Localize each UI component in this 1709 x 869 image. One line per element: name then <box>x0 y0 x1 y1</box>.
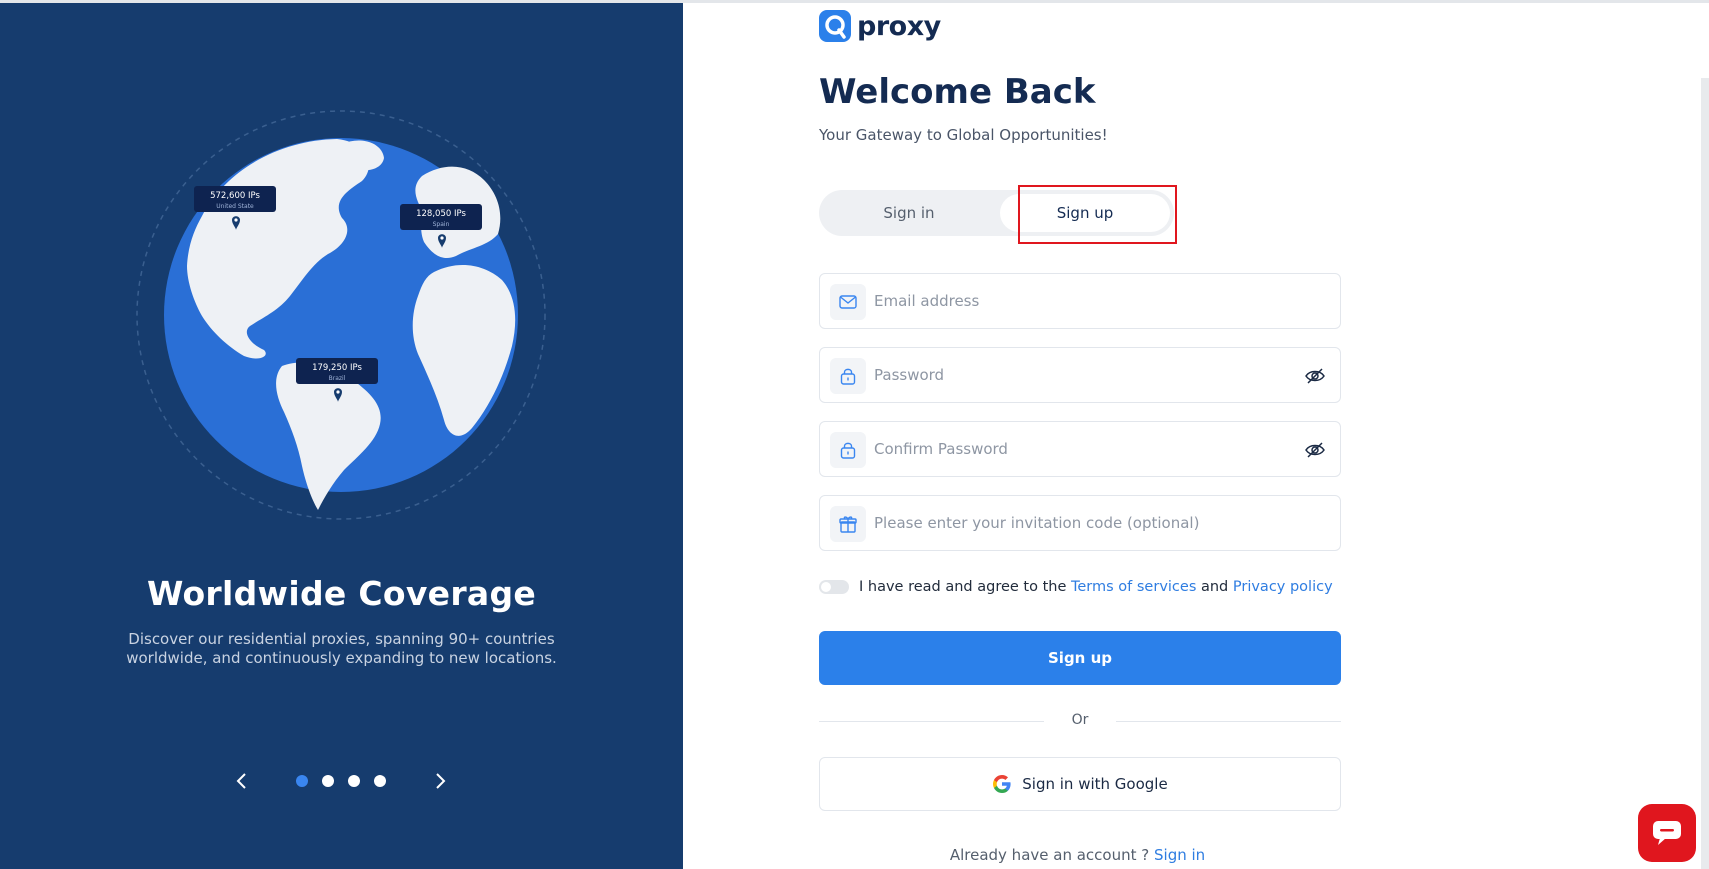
carousel-dot-4[interactable] <box>374 775 386 787</box>
carousel-dot-3[interactable] <box>348 775 360 787</box>
signup-page: 572,600 IPs United State 128,050 IPs Spa… <box>0 0 1709 869</box>
confirm-password-input[interactable] <box>874 422 1294 476</box>
tab-sign-in[interactable]: Sign in <box>819 190 999 236</box>
chevron-right-icon <box>436 773 446 789</box>
carousel-next-button[interactable] <box>430 771 450 793</box>
carousel-dots <box>296 775 386 787</box>
marker-ips: 179,250 IPs <box>312 363 362 373</box>
auth-tabs: Sign in Sign up <box>819 190 1174 236</box>
carousel-dot-1[interactable] <box>296 775 308 787</box>
terms-of-service-link[interactable]: Terms of services <box>1071 579 1196 595</box>
sign-up-button[interactable]: Sign up <box>819 631 1341 685</box>
confirm-password-field[interactable] <box>819 421 1341 477</box>
email-field[interactable] <box>819 273 1341 329</box>
marker-country: Brazil <box>329 375 346 382</box>
lock-icon <box>830 358 866 394</box>
email-input[interactable] <box>874 274 1294 328</box>
carousel-prev-button[interactable] <box>232 771 252 793</box>
hero-description: Discover our residential proxies, spanni… <box>126 630 557 667</box>
sign-in-link[interactable]: Sign in <box>1154 846 1205 864</box>
divider-right <box>1116 721 1341 722</box>
terms-prefix-text: I have read and agree to the <box>859 579 1067 595</box>
page-title: Welcome Back <box>819 72 1096 112</box>
marker-country: United State <box>216 203 254 210</box>
marker-country: Spain <box>433 221 450 228</box>
google-sign-in-button[interactable]: Sign in with Google <box>819 757 1341 811</box>
lock-icon <box>830 432 866 468</box>
terms-and-text: and <box>1200 579 1229 595</box>
scrollbar[interactable] <box>1701 78 1709 869</box>
divider-left <box>819 721 1044 722</box>
marker-ips: 128,050 IPs <box>416 209 466 219</box>
password-field[interactable] <box>819 347 1341 403</box>
privacy-policy-link[interactable]: Privacy policy <box>1233 579 1333 595</box>
eye-off-icon[interactable] <box>1304 365 1326 387</box>
already-have-account: Already have an account ? Sign in <box>0 846 1709 864</box>
carousel-dot-2[interactable] <box>322 775 334 787</box>
tab-sign-up[interactable]: Sign up <box>1000 194 1170 232</box>
map-pin-dot <box>440 236 444 240</box>
eye-off-icon[interactable] <box>1304 439 1326 461</box>
chat-button[interactable] <box>1638 804 1696 862</box>
proxy-logo-icon <box>819 10 851 42</box>
map-pin-dot <box>336 390 340 394</box>
hero-title: Worldwide Coverage <box>146 574 537 613</box>
brand-logo[interactable]: proxy <box>819 10 941 42</box>
or-separator: Or <box>1071 712 1089 728</box>
google-sign-in-label: Sign in with Google <box>1022 775 1168 793</box>
gift-icon <box>830 506 866 542</box>
map-pin-dot <box>234 218 238 222</box>
hero-panel: 572,600 IPs United State 128,050 IPs Spa… <box>0 3 683 869</box>
already-account-text: Already have an account ? <box>949 846 1150 864</box>
terms-agreement: I have read and agree to the Terms of se… <box>819 579 1333 595</box>
google-icon <box>993 775 1011 793</box>
password-input[interactable] <box>874 348 1294 402</box>
globe-illustration: 572,600 IPs United State 128,050 IPs Spa… <box>136 110 546 520</box>
marker-ips: 572,600 IPs <box>210 191 260 201</box>
chevron-left-icon <box>236 773 246 789</box>
brand-name: proxy <box>857 10 941 42</box>
terms-toggle[interactable] <box>819 580 849 594</box>
invitation-code-field[interactable] <box>819 495 1341 551</box>
page-subtitle: Your Gateway to Global Opportunities! <box>819 126 1108 144</box>
mail-icon <box>830 284 866 320</box>
chat-icon <box>1653 821 1681 845</box>
invitation-code-input[interactable] <box>874 496 1294 550</box>
